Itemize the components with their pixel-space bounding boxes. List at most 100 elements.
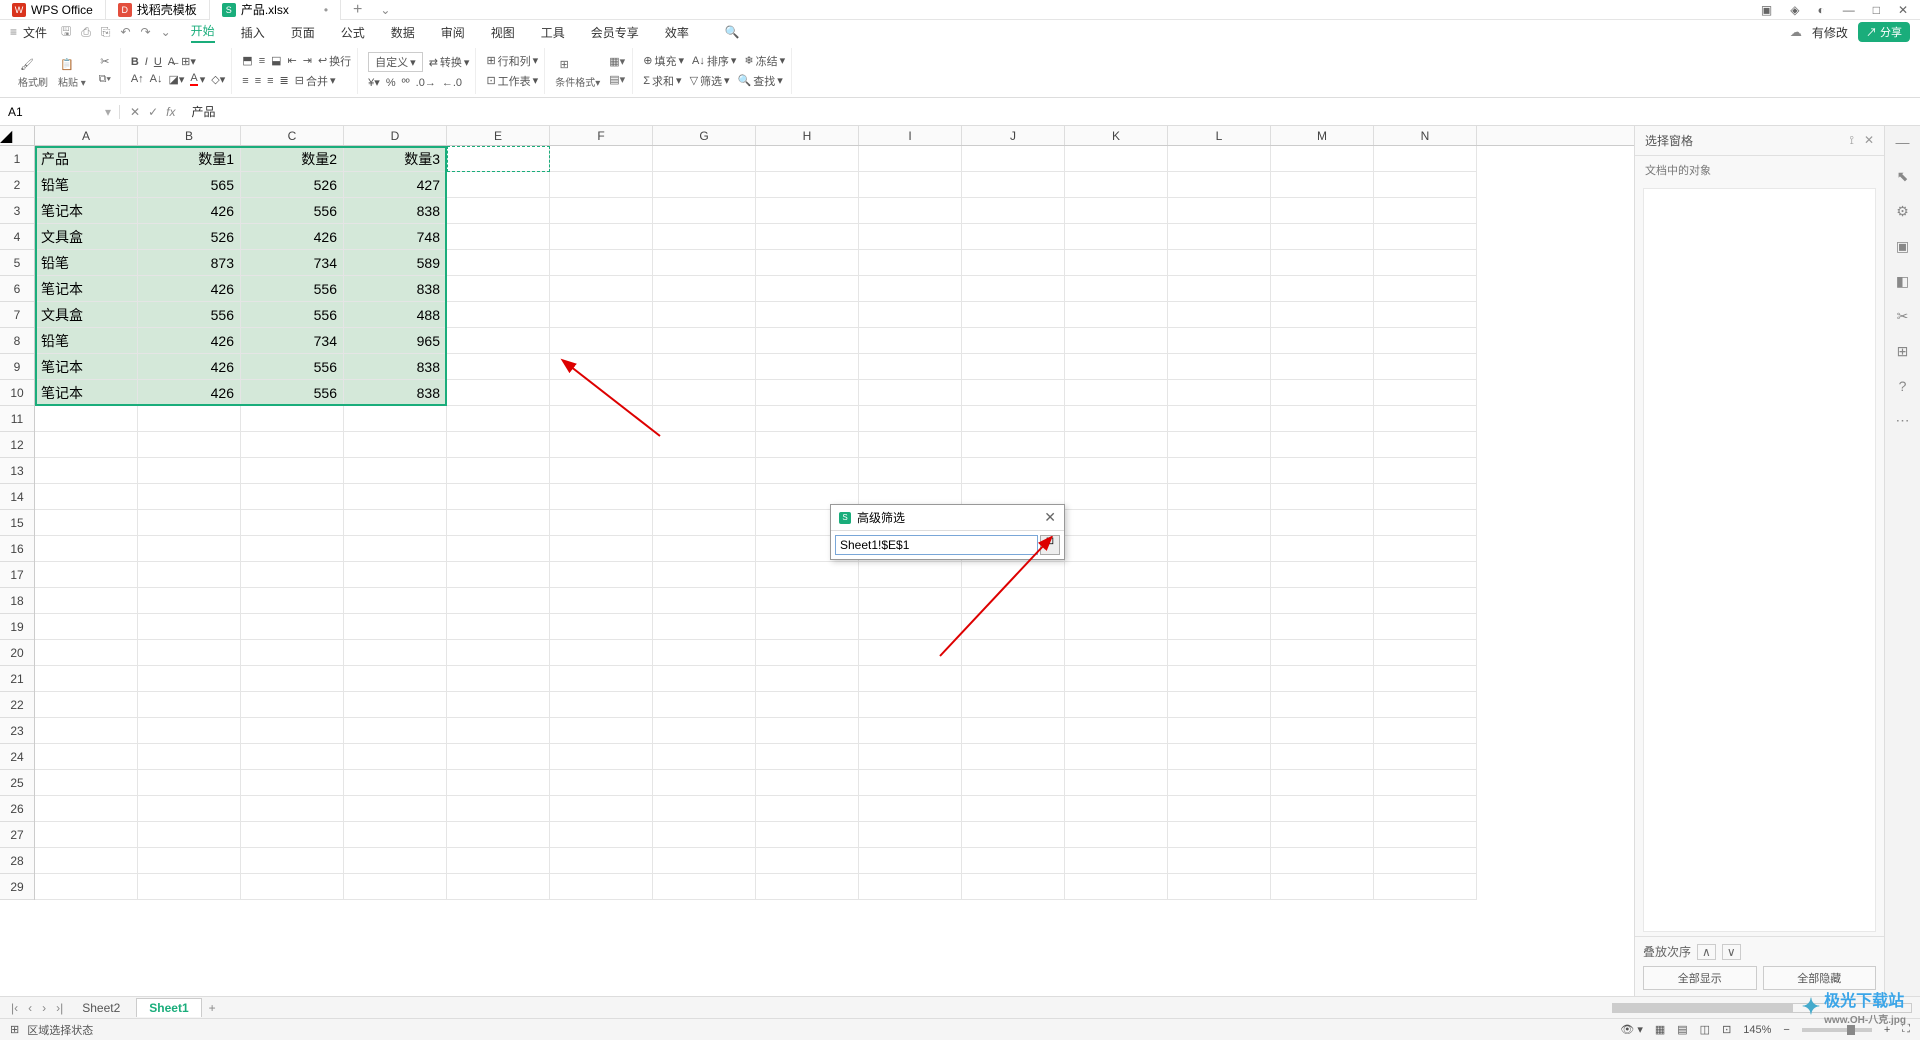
align-right[interactable]: ≡ [267, 73, 273, 89]
cell[interactable] [962, 198, 1065, 224]
layers-icon[interactable]: ▣ [1896, 238, 1909, 255]
cell[interactable]: 965 [344, 328, 447, 354]
cell[interactable] [653, 276, 756, 302]
cancel-icon[interactable]: ✕ [130, 105, 140, 119]
cell[interactable]: 426 [138, 276, 241, 302]
cell[interactable] [241, 588, 344, 614]
cell[interactable] [1168, 224, 1271, 250]
cell[interactable] [1168, 796, 1271, 822]
spreadsheet[interactable]: ◢ ABCDEFGHIJKLMN 12345678910111213141516… [0, 126, 1634, 996]
cell[interactable]: 838 [344, 380, 447, 406]
cell[interactable] [241, 406, 344, 432]
cell[interactable] [550, 770, 653, 796]
cell[interactable] [344, 874, 447, 900]
row-header[interactable]: 12 [0, 432, 34, 458]
cell[interactable] [1271, 198, 1374, 224]
col-header[interactable]: J [962, 126, 1065, 145]
paste-icon[interactable]: 📋 [58, 56, 76, 74]
cell[interactable] [1065, 146, 1168, 172]
dec-inc[interactable]: .0→ [416, 76, 436, 89]
save-icon[interactable]: 🖫 [61, 22, 71, 43]
condfmt-icon[interactable]: ⊞ [555, 56, 573, 74]
strike-button[interactable]: A̶ [168, 55, 175, 68]
advanced-filter-dialog[interactable]: S 高级筛选 ✕ ⊡ [830, 504, 1065, 560]
indent-dec[interactable]: ⇤ [288, 53, 297, 69]
cell[interactable] [1271, 458, 1374, 484]
cell[interactable] [1065, 640, 1168, 666]
cell[interactable] [1168, 380, 1271, 406]
cell[interactable] [344, 692, 447, 718]
cell[interactable] [138, 458, 241, 484]
cell[interactable] [962, 666, 1065, 692]
cell[interactable]: 734 [241, 328, 344, 354]
font-color-button[interactable]: A▾ [190, 72, 205, 86]
col-header[interactable]: L [1168, 126, 1271, 145]
cell[interactable] [1271, 250, 1374, 276]
layout-icon[interactable]: ▣ [1761, 3, 1772, 17]
cell[interactable] [1168, 744, 1271, 770]
new-tab-button[interactable]: + [341, 0, 374, 20]
worksheet-button[interactable]: ⊡ 工作表▾ [486, 73, 538, 89]
cell[interactable] [550, 640, 653, 666]
cell[interactable] [550, 224, 653, 250]
cell[interactable] [756, 692, 859, 718]
minimize-button[interactable]: — [1843, 3, 1855, 17]
cell[interactable] [241, 718, 344, 744]
dialog-expand-button[interactable]: ⊡ [1040, 535, 1060, 555]
cell[interactable] [1271, 380, 1374, 406]
italic-button[interactable]: I [145, 55, 148, 68]
cell[interactable] [1168, 718, 1271, 744]
cell[interactable] [550, 328, 653, 354]
row-header[interactable]: 13 [0, 458, 34, 484]
cell[interactable] [1374, 406, 1477, 432]
cell[interactable] [138, 848, 241, 874]
cell[interactable] [1065, 536, 1168, 562]
tab-formula[interactable]: 公式 [341, 24, 365, 41]
cell[interactable] [859, 380, 962, 406]
tab-view[interactable]: 视图 [491, 24, 515, 41]
align-left[interactable]: ≡ [242, 73, 248, 89]
cell[interactable] [35, 562, 138, 588]
cell[interactable] [1374, 328, 1477, 354]
cell[interactable] [1168, 848, 1271, 874]
cell[interactable] [344, 796, 447, 822]
cell[interactable]: 556 [241, 276, 344, 302]
cell[interactable]: 铅笔 [35, 328, 138, 354]
cell[interactable] [1271, 354, 1374, 380]
cell[interactable] [1374, 822, 1477, 848]
cell[interactable] [550, 354, 653, 380]
percent-button[interactable]: % [386, 76, 396, 89]
cell[interactable] [859, 432, 962, 458]
cell[interactable] [1271, 562, 1374, 588]
cell[interactable] [756, 562, 859, 588]
rowcol-button[interactable]: ⊞ 行和列▾ [486, 53, 538, 69]
cell[interactable] [1271, 770, 1374, 796]
cell[interactable] [1065, 328, 1168, 354]
cell[interactable] [1168, 640, 1271, 666]
cell[interactable] [1065, 822, 1168, 848]
cell[interactable] [241, 796, 344, 822]
cell[interactable] [1374, 432, 1477, 458]
cell[interactable] [35, 510, 138, 536]
currency-button[interactable]: ¥▾ [368, 76, 380, 89]
row-header[interactable]: 19 [0, 614, 34, 640]
cell[interactable] [138, 536, 241, 562]
fx-icon[interactable]: fx [166, 105, 175, 119]
cell[interactable] [962, 458, 1065, 484]
cell[interactable] [1065, 484, 1168, 510]
cell[interactable] [447, 692, 550, 718]
row-header[interactable]: 7 [0, 302, 34, 328]
zoom-out-button[interactable]: − [1783, 1024, 1789, 1036]
col-header[interactable]: I [859, 126, 962, 145]
cell[interactable] [756, 172, 859, 198]
cell[interactable] [756, 744, 859, 770]
cell[interactable] [1065, 718, 1168, 744]
cell[interactable] [653, 146, 756, 172]
cell[interactable] [1065, 744, 1168, 770]
cell[interactable] [859, 224, 962, 250]
cell[interactable] [241, 484, 344, 510]
cell[interactable] [859, 614, 962, 640]
tab-insert[interactable]: 插入 [241, 24, 265, 41]
cell[interactable] [447, 146, 550, 172]
cell[interactable] [241, 536, 344, 562]
